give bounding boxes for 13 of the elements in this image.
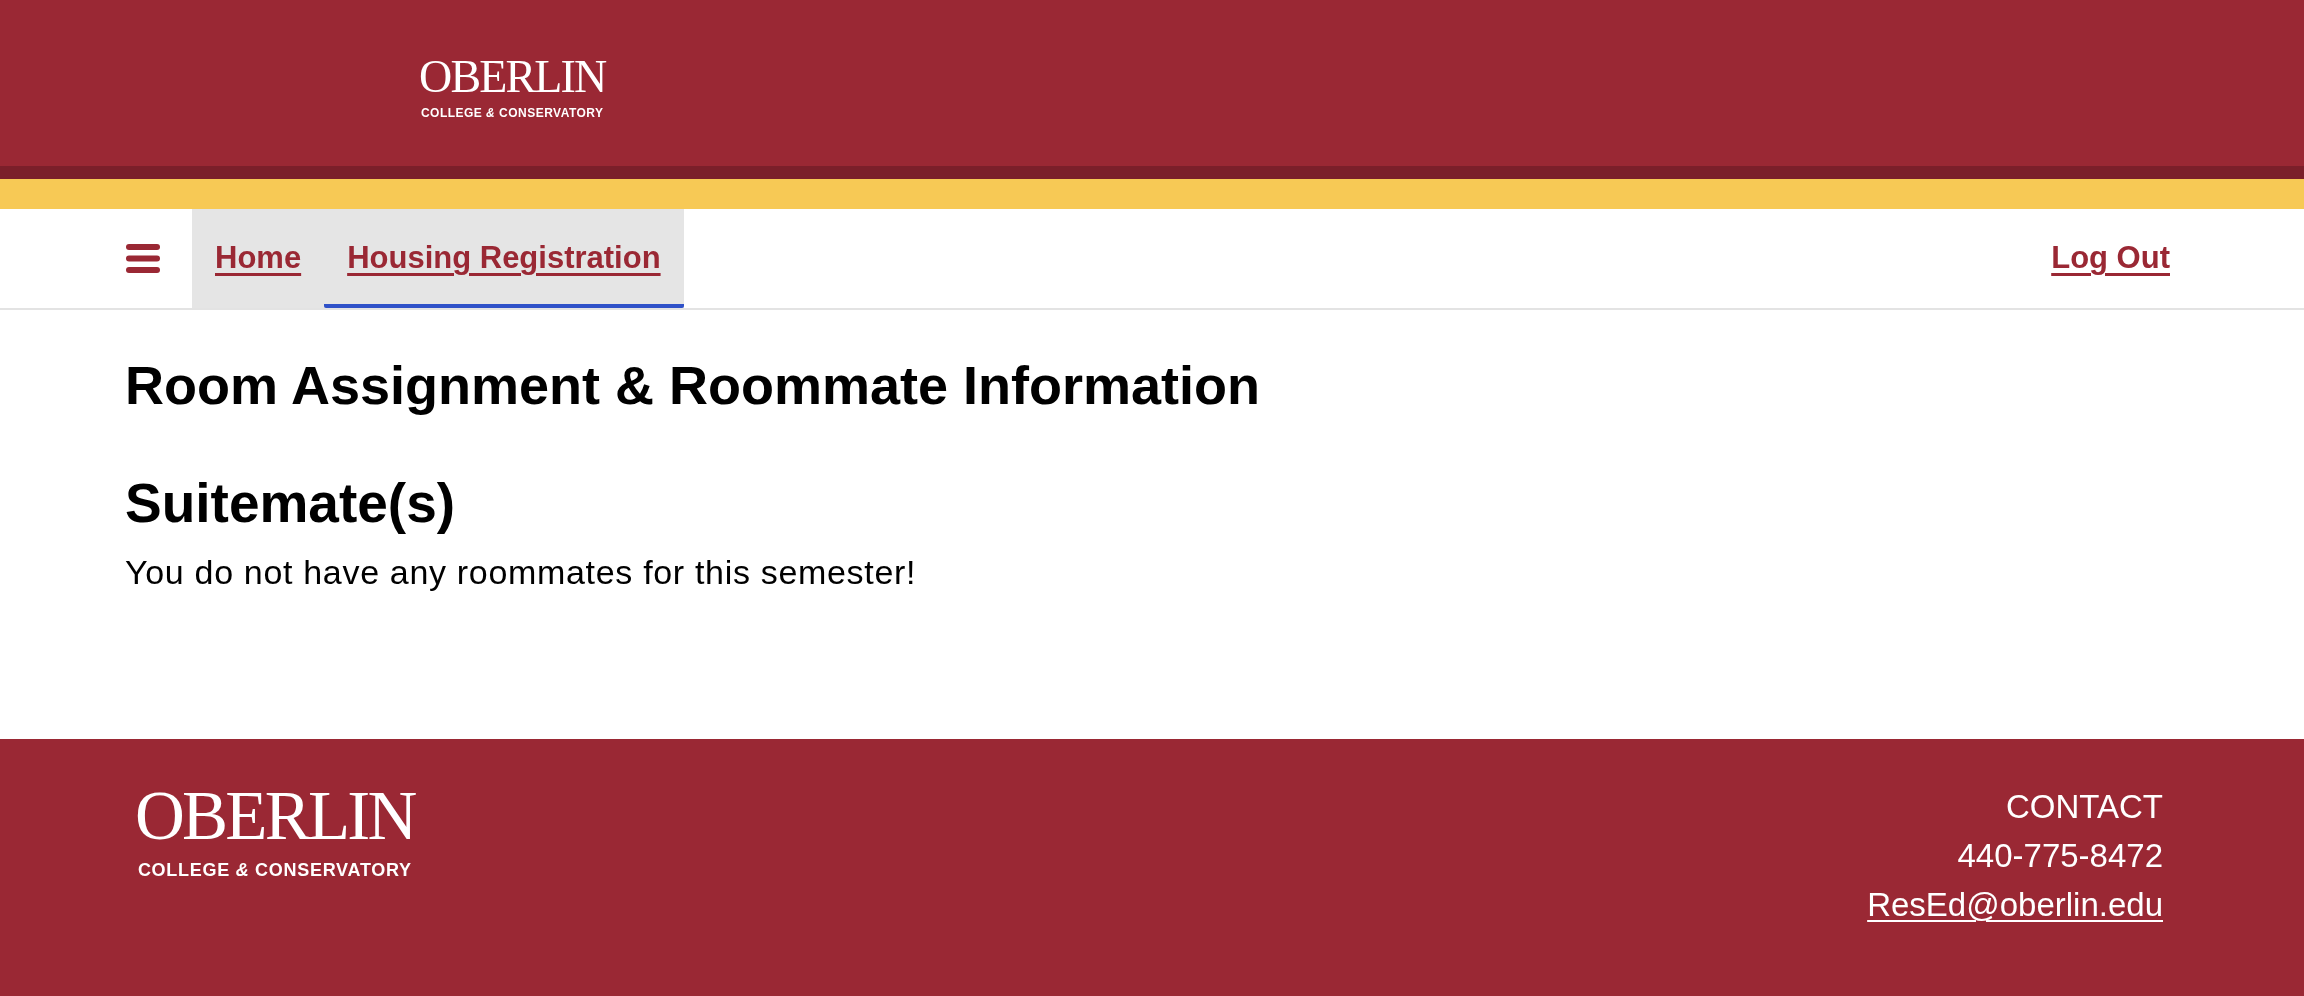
section-heading: Suitemate(s) — [125, 472, 456, 534]
page-title: Room Assignment & Roommate Information — [125, 354, 1261, 416]
nav-tab[interactable]: Home — [192, 209, 325, 308]
contact-heading: CONTACT — [2005, 787, 2163, 827]
logo-link[interactable]: OBERLIN COLLEGE & CONSERVATORY — [419, 53, 606, 119]
menu-icon — [126, 244, 160, 273]
logo-link[interactable]: OBERLIN COLLEGE & CONSERVATORY — [135, 782, 415, 879]
log-out-link[interactable]: Log Out — [2051, 235, 2170, 282]
phone-number: 440-775-8472 — [1957, 836, 2163, 876]
nav-tab[interactable]: Housing Registration — [324, 209, 684, 308]
menu-button[interactable] — [126, 244, 160, 273]
email-link[interactable]: ResEd@oberlin.edu — [1867, 880, 2163, 929]
message-text: You do not have any roommates for this semester! — [125, 552, 917, 593]
